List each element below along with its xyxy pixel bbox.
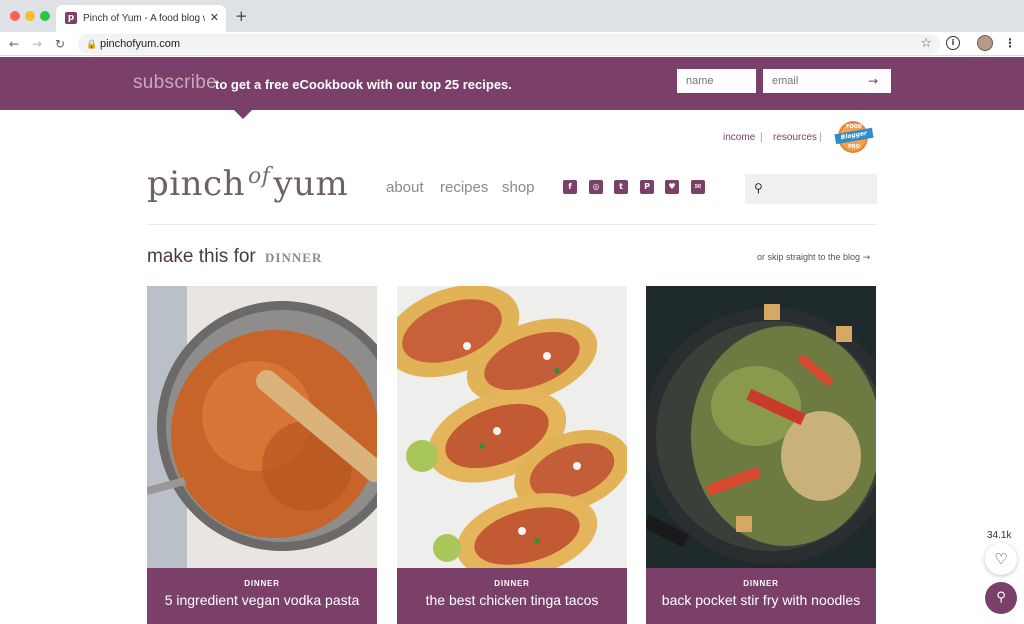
recipe-photo-pasta[interactable] xyxy=(147,286,377,568)
save-count: 34.1k xyxy=(987,530,1012,541)
address-bar[interactable]: 🔒 pinchofyum.com ☆ xyxy=(78,34,940,54)
income-link[interactable]: income xyxy=(723,132,755,144)
browser-toolbar: ← → ↻ 🔒 pinchofyum.com ☆ xyxy=(0,32,1024,56)
food-blogger-pro-badge[interactable]: FOOD Blogger PRO xyxy=(834,121,874,155)
profile-icon[interactable] xyxy=(977,35,993,51)
mail-icon[interactable]: ✉ xyxy=(691,180,705,194)
nav-recipes[interactable]: recipes xyxy=(440,179,488,197)
card-category: DINNER xyxy=(494,579,530,588)
card-caption[interactable]: DINNER 5 ingredient vegan vodka pasta xyxy=(147,568,377,624)
section-title-text: make this for xyxy=(147,246,256,267)
recipe-card[interactable]: DINNER 5 ingredient vegan vodka pasta xyxy=(147,286,377,624)
card-caption[interactable]: DINNER the best chicken tinga tacos xyxy=(397,568,627,624)
browser-tab[interactable]: p Pinch of Yum - A food blog wit ✕ xyxy=(56,5,226,32)
subscribe-pointer xyxy=(234,110,252,119)
favicon-icon: p xyxy=(65,12,77,24)
card-title[interactable]: the best chicken tinga tacos xyxy=(397,591,627,609)
close-window-button[interactable] xyxy=(10,11,20,21)
separator: | xyxy=(819,132,822,143)
facebook-icon[interactable]: f xyxy=(563,180,577,194)
recipe-card[interactable]: DINNER the best chicken tinga tacos xyxy=(397,286,627,624)
resources-link[interactable]: resources xyxy=(773,132,817,144)
tab-title: Pinch of Yum - A food blog wit xyxy=(83,13,205,24)
logo-of: of xyxy=(247,164,271,189)
site-search-input[interactable]: ⚲ xyxy=(745,174,877,204)
recipe-card[interactable]: DINNER back pocket stir fry with noodles xyxy=(646,286,876,624)
twitter-icon[interactable]: t xyxy=(614,180,628,194)
subscribe-heading: subscribe xyxy=(133,72,218,93)
name-input[interactable] xyxy=(677,69,756,93)
instagram-icon[interactable]: ◎ xyxy=(589,180,603,194)
nav-shop[interactable]: shop xyxy=(502,179,535,197)
badge-bottom-text: PRO xyxy=(848,144,860,150)
lock-icon: 🔒 xyxy=(86,39,98,49)
skip-to-blog-link[interactable]: or skip straight to the blog → xyxy=(757,251,870,264)
forward-arrow-icon[interactable]: → xyxy=(32,36,42,52)
subscribe-submit-arrow-icon[interactable]: → xyxy=(868,74,878,88)
recipe-photo-tacos[interactable] xyxy=(397,286,627,568)
subscribe-text: to get a free eCookbook with our top 25 … xyxy=(215,77,512,92)
search-icon[interactable]: ⚲ xyxy=(754,181,763,196)
arrow-right-icon: → xyxy=(862,253,871,263)
heart-icon[interactable]: ♡ xyxy=(985,543,1017,575)
site-logo[interactable]: pinch ofyum xyxy=(147,162,348,211)
skip-link-text: or skip straight to the blog xyxy=(757,252,861,262)
card-category: DINNER xyxy=(244,579,280,588)
minimize-window-button[interactable] xyxy=(25,11,35,21)
close-tab-icon[interactable]: ✕ xyxy=(210,11,219,25)
search-icon[interactable]: ⚲ xyxy=(985,582,1017,614)
recipe-photo-stir-fry[interactable] xyxy=(646,286,876,568)
zoom-window-button[interactable] xyxy=(40,11,50,21)
pinterest-icon[interactable]: P xyxy=(640,180,654,194)
divider xyxy=(147,224,877,225)
nav-about[interactable]: about xyxy=(386,179,424,197)
logo-yum: yum xyxy=(273,164,349,204)
separator: | xyxy=(760,132,763,143)
heart-icon[interactable]: ♥ xyxy=(665,180,679,194)
section-category[interactable]: DINNER xyxy=(265,250,322,265)
url-text: pinchofyum.com xyxy=(100,38,181,50)
extension-icon[interactable]: i xyxy=(946,36,960,50)
subscribe-bar: subscribe to get a free eCookbook with o… xyxy=(0,57,1024,110)
new-tab-button[interactable]: + xyxy=(235,7,248,25)
card-caption[interactable]: DINNER back pocket stir fry with noodles xyxy=(646,568,876,624)
card-title[interactable]: back pocket stir fry with noodles xyxy=(646,591,876,609)
menu-icon[interactable]: ⋮ xyxy=(1004,35,1016,51)
card-category: DINNER xyxy=(743,579,779,588)
back-arrow-icon[interactable]: ← xyxy=(9,36,19,52)
logo-pinch: pinch xyxy=(147,164,245,204)
reload-icon[interactable]: ↻ xyxy=(55,36,65,52)
card-title[interactable]: 5 ingredient vegan vodka pasta xyxy=(147,591,377,609)
browser-tab-bar: p Pinch of Yum - A food blog wit ✕ + xyxy=(0,0,1024,32)
star-icon[interactable]: ☆ xyxy=(920,36,932,52)
section-title: make this for DINNER xyxy=(147,245,322,270)
